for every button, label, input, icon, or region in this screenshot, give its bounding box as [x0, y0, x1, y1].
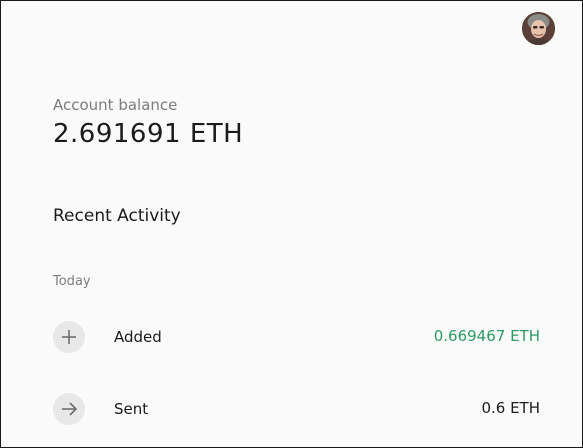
- activity-item-label: Added: [114, 328, 162, 346]
- activity-item-added[interactable]: Added 0.669467 ETH: [1, 312, 582, 362]
- activity-item-label: Sent: [114, 400, 149, 418]
- activity-group-date: Today: [53, 274, 91, 289]
- arrow-right-icon: [53, 393, 85, 425]
- avatar-photo-icon: [522, 12, 555, 45]
- activity-item-amount: 0.669467 ETH: [433, 327, 540, 345]
- plus-icon: [53, 321, 85, 353]
- activity-item-amount: 0.6 ETH: [481, 399, 540, 417]
- account-balance-label: Account balance: [53, 96, 178, 114]
- activity-item-sent[interactable]: Sent 0.6 ETH: [1, 384, 582, 434]
- account-balance-value: 2.691691 ETH: [53, 119, 244, 149]
- recent-activity-title: Recent Activity: [53, 206, 181, 226]
- wallet-window: Account balance 2.691691 ETH Recent Acti…: [0, 0, 583, 448]
- user-avatar[interactable]: [522, 12, 555, 45]
